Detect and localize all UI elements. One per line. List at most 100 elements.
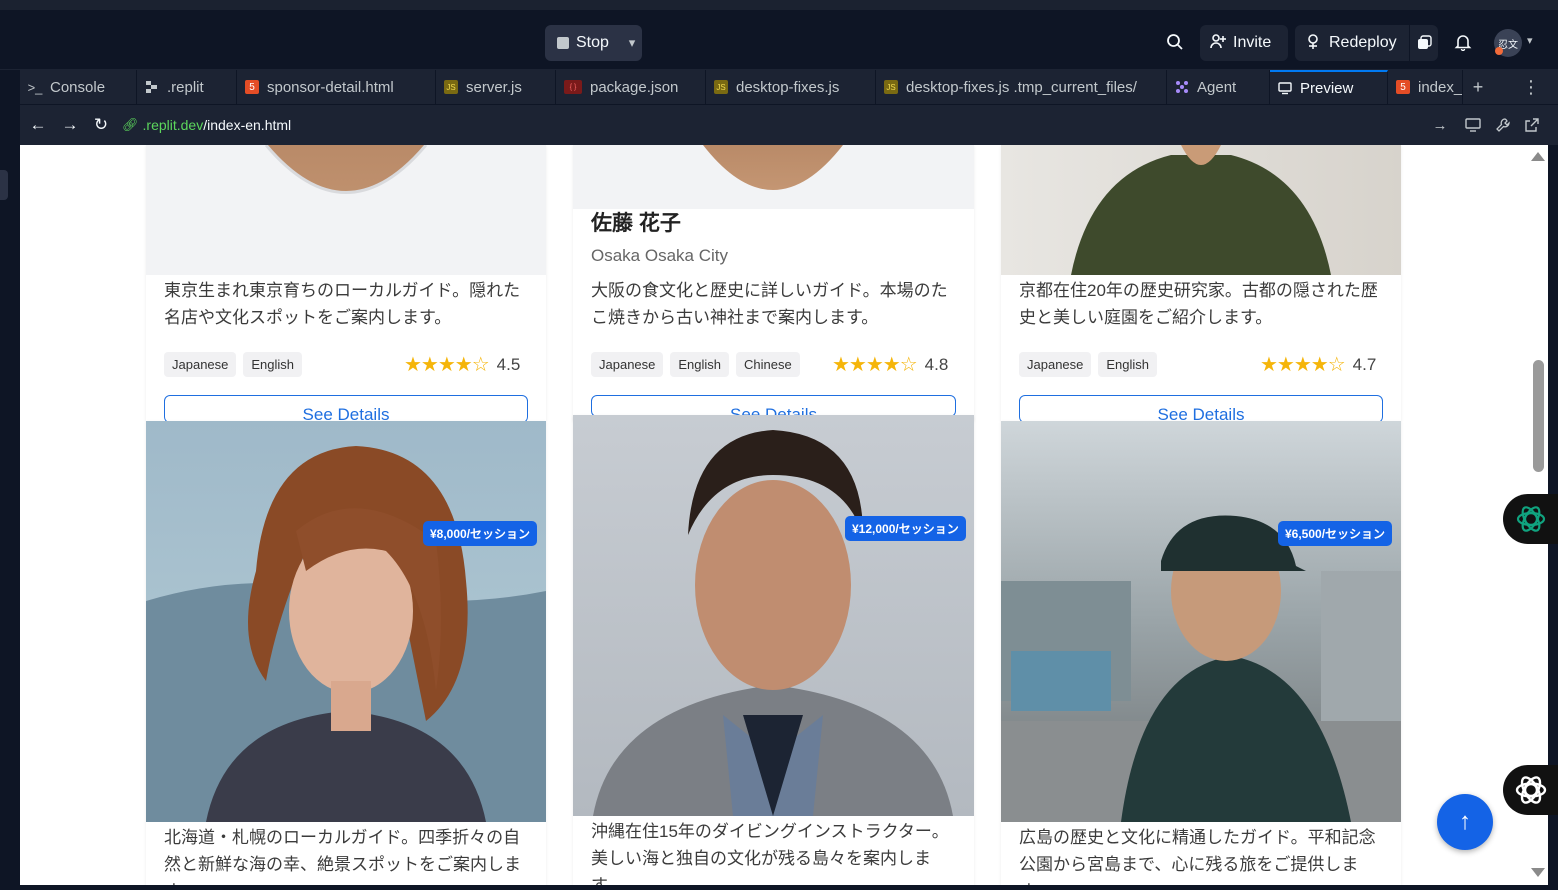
stop-menu-chevron-icon[interactable]: ▾ [622, 25, 642, 61]
search-icon[interactable] [1163, 30, 1187, 54]
rating-value: 4.5 [496, 354, 521, 374]
tab-label: index_ [1418, 78, 1463, 96]
terminal-icon: >_ [27, 79, 43, 95]
language-tag: English [1098, 352, 1158, 377]
tab-label: desktop-fixes.js [736, 78, 840, 96]
link-icon: 🔗︎ [122, 117, 139, 132]
account-chevron-down-icon[interactable]: ▾ [1527, 34, 1533, 47]
scroll-up-arrow-icon[interactable] [1531, 152, 1545, 161]
tab-replit[interactable]: .replit [137, 70, 237, 104]
tab-desktop-fixes[interactable]: JS desktop-fixes.js [706, 70, 876, 104]
back-to-top-arrow-icon[interactable]: ↑ [1437, 794, 1493, 850]
tab-label: sponsor-detail.html [267, 78, 394, 96]
url-input[interactable]: 🔗︎ .replit.dev/index-en.html [118, 112, 1468, 138]
see-details-button[interactable]: See Details [591, 395, 956, 417]
guide-photo [1001, 145, 1401, 275]
star-rating-icon: ★★★★☆ [404, 354, 490, 376]
guide-description: 東京生まれ東京育ちのローカルガイド。隠れた名店や文化スポットをご案内します。 [164, 281, 521, 327]
guide-card: 京都在住20年の歴史研究家。古都の隠された歴史と美しい庭園をご紹介します。 Ja… [1001, 145, 1401, 421]
json-file-icon: { } [564, 80, 582, 94]
rating: ★★★★☆ 4.5 [404, 352, 520, 377]
guide-description: 沖縄在住15年のダイビングインストラクター。美しい海と独自の文化が残る島々を案内… [591, 822, 949, 885]
back-arrow-icon[interactable]: ← [28, 115, 48, 135]
language-tags: Japanese English Chinese [591, 352, 800, 377]
tab-label: Preview [1300, 79, 1354, 97]
js-file-icon: JS [444, 80, 458, 94]
new-tab-plus-icon[interactable]: + [1463, 70, 1493, 104]
tab-preview[interactable]: Preview [1270, 70, 1388, 104]
open-in-new-tab-icon[interactable] [1522, 115, 1542, 135]
js-file-icon: JS [714, 80, 728, 94]
guide-description: 大阪の食文化と歴史に詳しいガイド。本場のたこ焼きから古い神社まで案内します。 [591, 281, 948, 327]
stop-button[interactable]: Stop [545, 25, 622, 61]
tab-console[interactable]: >_ Console [20, 70, 137, 104]
reload-icon[interactable]: ↻ [91, 115, 111, 135]
language-tag: Chinese [736, 352, 800, 377]
guide-card: ¥8,000/セッション 北海道・札幌のローカルガイド。四季折々の自然と新鮮な海… [146, 421, 546, 885]
scrollbar-thumb[interactable] [1533, 360, 1544, 472]
tab-agent[interactable]: Agent [1167, 70, 1270, 104]
html-file-icon: 5 [245, 80, 259, 94]
price-badge: ¥6,500/セッション [1278, 521, 1393, 546]
language-tag: Japanese [591, 352, 664, 377]
replit-icon [145, 80, 159, 94]
rating-value: 4.7 [1352, 354, 1377, 374]
guide-description: 京都在住20年の歴史研究家。古都の隠された歴史と美しい庭園をご紹介します。 [1019, 281, 1378, 327]
see-details-button[interactable]: See Details [164, 395, 528, 421]
price-badge: ¥12,000/セッション [845, 516, 966, 541]
go-arrow-icon[interactable]: → [1430, 115, 1450, 135]
notification-bell-icon[interactable] [1451, 30, 1475, 54]
html-file-icon: 5 [1396, 80, 1410, 94]
device-preview-icon[interactable] [1463, 115, 1483, 135]
see-details-button[interactable]: See Details [1019, 395, 1383, 421]
redeploy-button[interactable]: Redeploy [1295, 25, 1409, 61]
invite-button[interactable]: Invite [1200, 25, 1288, 61]
tab-label: package.json [590, 78, 679, 96]
tab-label: Console [50, 78, 106, 96]
guide-photo [146, 421, 546, 822]
rating-value: 4.8 [924, 354, 949, 374]
tab-index[interactable]: 5 index_ [1388, 70, 1463, 104]
chatgpt-extension-icon[interactable] [1503, 494, 1558, 544]
left-rail [0, 70, 20, 890]
guide-photo [573, 145, 974, 209]
url-domain: .replit.dev [142, 117, 204, 133]
guide-card: 東京生まれ東京育ちのローカルガイド。隠れた名店や文化スポットをご案内します。 J… [146, 145, 546, 421]
forward-arrow-icon[interactable]: → [60, 115, 80, 135]
price-badge: ¥8,000/セッション [423, 521, 538, 546]
invite-label: Invite [1233, 34, 1272, 51]
language-tag: Japanese [1019, 352, 1092, 377]
editor-tab-bar: >_ Console .replit 5 sponsor-detail.html… [20, 70, 1558, 104]
deployments-icon[interactable] [1410, 25, 1438, 61]
tab-server-js[interactable]: JS server.js [436, 70, 556, 104]
star-rating-icon: ★★★★☆ [832, 354, 918, 376]
redeploy-label: Redeploy [1329, 34, 1397, 51]
window-edge [0, 0, 1558, 10]
tab-package-json[interactable]: { } package.json [556, 70, 706, 104]
language-tag: Japanese [164, 352, 237, 377]
guide-name: 佐藤 花子 [591, 212, 681, 235]
guide-description: 北海道・札幌のローカルガイド。四季折々の自然と新鮮な海の幸、絶景スポットをご案内… [164, 828, 521, 885]
stop-icon [557, 37, 569, 49]
devtools-wrench-icon[interactable] [1493, 115, 1513, 135]
guide-card: 佐藤 花子 Osaka Osaka City 大阪の食文化と歴史に詳しいガイド。… [573, 145, 974, 421]
rating: ★★★★☆ 4.7 [1260, 352, 1376, 377]
tab-label: server.js [466, 78, 522, 96]
guide-photo [1001, 421, 1401, 822]
preview-icon [1278, 81, 1292, 95]
more-options-icon[interactable]: ⋮ [1522, 70, 1540, 104]
tab-label: desktop-fixes.js .tmp_current_files/ [906, 78, 1137, 96]
tab-sponsor-detail[interactable]: 5 sponsor-detail.html [237, 70, 436, 104]
stop-label: Stop [576, 34, 609, 51]
avatar-status-badge [1495, 47, 1503, 55]
language-tags: Japanese English [1019, 352, 1158, 377]
rail-handle[interactable] [0, 170, 8, 200]
scroll-down-arrow-icon[interactable] [1531, 868, 1545, 877]
guide-card: ¥12,000/セッション 沖縄在住15年のダイビングインストラクター。美しい海… [573, 415, 974, 885]
guide-photo [146, 145, 546, 275]
tab-desktop-fixes-tmp[interactable]: JS desktop-fixes.js .tmp_current_files/ [876, 70, 1167, 104]
js-file-icon: JS [884, 80, 898, 94]
ai-assistant-icon[interactable] [1503, 765, 1558, 815]
add-user-icon [1209, 32, 1227, 55]
tab-label: .replit [167, 78, 204, 96]
